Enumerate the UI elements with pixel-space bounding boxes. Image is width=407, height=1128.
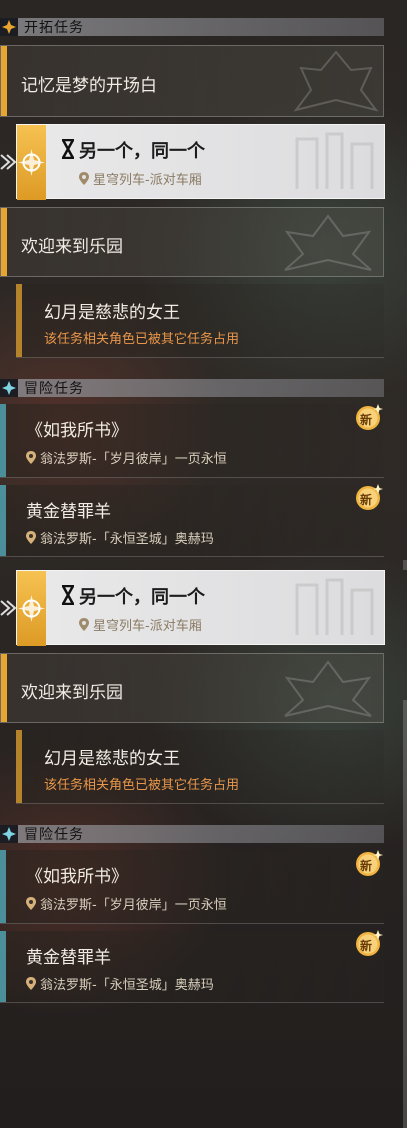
quest-name: 记忆是梦的开场白	[21, 76, 157, 96]
diamond-icon	[0, 379, 18, 397]
section-title: 冒险任务	[24, 827, 84, 843]
scrollbar[interactable]	[403, 560, 407, 570]
ornament-icon	[295, 578, 374, 635]
section-title: 开拓任务	[24, 20, 84, 36]
new-badge-label: 新	[360, 939, 373, 953]
new-badge-label: 新	[360, 413, 373, 427]
quest-location: 星穹列车-派对车厢	[79, 615, 202, 634]
ornament-icon	[293, 50, 379, 112]
quest-item-phantom[interactable]: 幻月是慈悲的女王 该任务相关角色已被其它任务占用	[16, 284, 384, 358]
quest-accent-bar	[0, 485, 6, 556]
quest-location: 翁法罗斯-「永恒圣城」奥赫玛	[26, 528, 214, 547]
new-badge-label: 新	[360, 859, 373, 873]
quest-type-badge	[17, 125, 46, 200]
location-pin-icon	[26, 531, 36, 544]
quest-location-text: 翁法罗斯-「岁月彼岸」一页永恒	[40, 452, 227, 467]
quest-location: 星穹列车-派对车厢	[79, 169, 202, 188]
location-pin-icon	[79, 618, 89, 631]
quest-location-text: 翁法罗斯-「永恒圣城」奥赫玛	[40, 532, 214, 547]
quest-warning: 该任务相关角色已被其它任务占用	[44, 778, 240, 793]
quest-accent-bar	[16, 730, 22, 803]
quest-location-text: 翁法罗斯-「永恒圣城」奥赫玛	[40, 978, 214, 993]
section-title: 冒险任务	[24, 381, 84, 397]
quest-location: 翁法罗斯-「岁月彼岸」一页永恒	[26, 448, 227, 467]
quest-name: 欢迎来到乐园	[21, 683, 123, 703]
ornament-icon	[284, 660, 372, 717]
quest-accent-bar	[0, 404, 6, 477]
quest-warning: 该任务相关角色已被其它任务占用	[44, 332, 240, 347]
quest-location: 翁法罗斯-「岁月彼岸」一页永恒	[26, 894, 227, 913]
quest-accent-bar	[0, 931, 6, 1002]
section-header-adventure: 冒险任务	[0, 379, 384, 397]
section-header-main: 开拓任务	[0, 18, 384, 36]
ornament-icon	[284, 214, 372, 271]
quest-accent-bar	[16, 284, 22, 357]
quest-location-text: 星穹列车-派对车厢	[93, 619, 202, 634]
new-badge-icon: 新	[354, 482, 384, 512]
quest-name: 另一个，同一个	[79, 587, 205, 608]
quest-accent-bar	[1, 654, 7, 722]
quest-accent-bar	[0, 850, 6, 923]
quest-item-book[interactable]: 《如我所书》 翁法罗斯-「岁月彼岸」一页永恒	[0, 404, 384, 478]
hourglass-icon	[61, 138, 75, 163]
hourglass-icon	[61, 584, 75, 609]
new-badge-icon: 新	[354, 848, 384, 878]
quest-item-welcome[interactable]: 欢迎来到乐园	[0, 207, 384, 277]
quest-item-selected[interactable]: 另一个，同一个 星穹列车-派对车厢	[16, 124, 385, 200]
quest-name: 幻月是慈悲的女王	[44, 749, 180, 769]
new-badge-icon: 新	[354, 402, 384, 432]
arrow-pointer-icon	[0, 153, 17, 175]
quest-name: 欢迎来到乐园	[21, 237, 123, 257]
quest-name: 黄金替罪羊	[26, 502, 111, 522]
location-pin-icon	[79, 172, 89, 185]
quest-item-memory[interactable]: 记忆是梦的开场白	[0, 45, 384, 117]
quest-location-text: 翁法罗斯-「岁月彼岸」一页永恒	[40, 898, 227, 913]
section-header-adventure: 冒险任务	[0, 825, 384, 843]
diamond-icon	[0, 825, 18, 843]
location-pin-icon	[26, 977, 36, 990]
quest-name: 《如我所书》	[26, 421, 128, 441]
quest-location-text: 星穹列车-派对车厢	[93, 173, 202, 188]
new-badge-label: 新	[360, 493, 373, 507]
quest-accent-bar	[1, 46, 7, 116]
quest-type-badge	[17, 571, 46, 646]
diamond-icon	[0, 18, 18, 36]
quest-item-sheep[interactable]: 黄金替罪羊 翁法罗斯-「永恒圣城」奥赫玛	[0, 485, 384, 557]
location-pin-icon	[26, 451, 36, 464]
quest-name: 幻月是慈悲的女王	[44, 303, 180, 323]
quest-accent-bar	[1, 208, 7, 276]
new-badge-icon: 新	[354, 928, 384, 958]
scrollbar-track[interactable]	[403, 700, 407, 1128]
quest-item-phantom[interactable]: 幻月是慈悲的女王 该任务相关角色已被其它任务占用	[16, 730, 384, 804]
quest-item-selected[interactable]: 另一个，同一个 星穹列车-派对车厢	[16, 570, 385, 646]
quest-item-welcome[interactable]: 欢迎来到乐园	[0, 653, 384, 723]
location-pin-icon	[26, 897, 36, 910]
arrow-pointer-icon	[0, 599, 17, 621]
quest-item-book[interactable]: 《如我所书》 翁法罗斯-「岁月彼岸」一页永恒	[0, 850, 384, 924]
ornament-icon	[295, 132, 374, 189]
quest-name: 另一个，同一个	[79, 141, 205, 162]
quest-name: 《如我所书》	[26, 867, 128, 887]
quest-location: 翁法罗斯-「永恒圣城」奥赫玛	[26, 974, 214, 993]
quest-name: 黄金替罪羊	[26, 948, 111, 968]
quest-item-sheep[interactable]: 黄金替罪羊 翁法罗斯-「永恒圣城」奥赫玛	[0, 931, 384, 1003]
